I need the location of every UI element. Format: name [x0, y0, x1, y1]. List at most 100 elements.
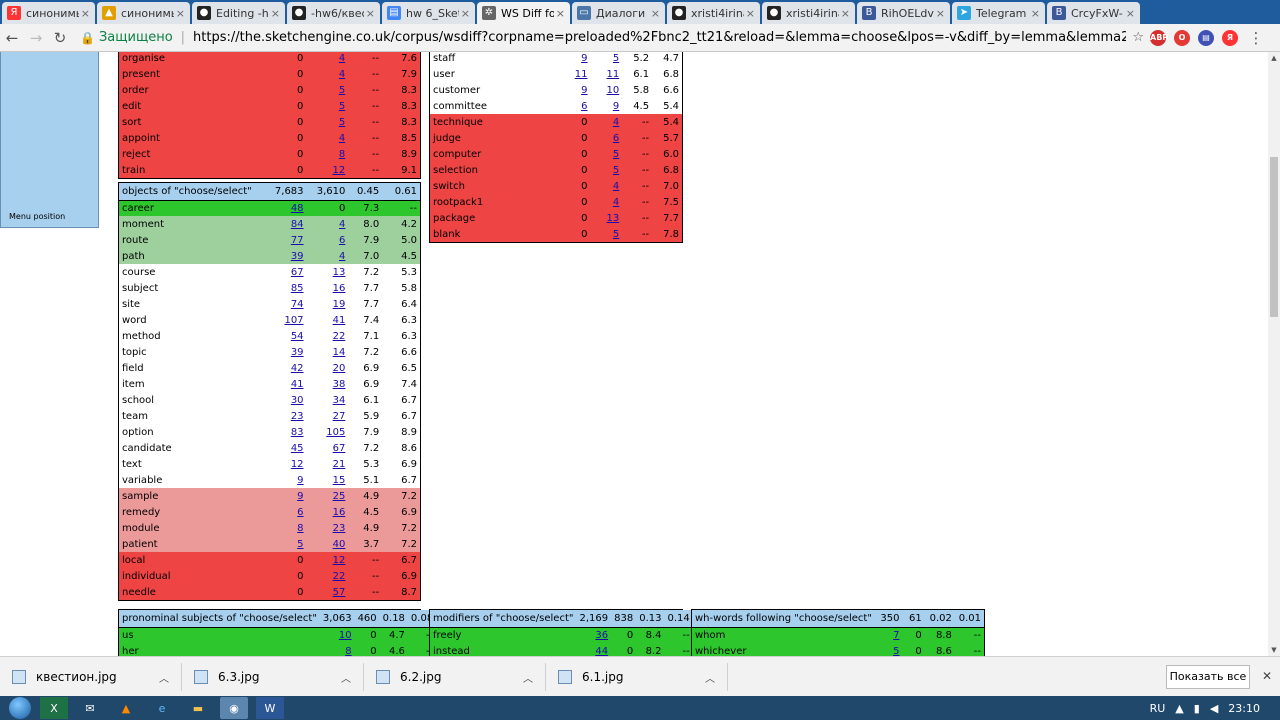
freq-a[interactable]: 67: [268, 264, 307, 280]
forward-arrow-icon[interactable]: →: [24, 29, 48, 47]
freq-a[interactable]: 23: [268, 408, 307, 424]
freq-a[interactable]: 54: [268, 328, 307, 344]
freq-b-link[interactable]: 4: [339, 251, 345, 262]
freq-a[interactable]: 44: [576, 643, 612, 656]
freq-b[interactable]: 10: [590, 82, 623, 98]
freq-a[interactable]: 42: [268, 360, 307, 376]
freq-b[interactable]: 12: [306, 552, 349, 568]
freq-a[interactable]: 74: [268, 296, 307, 312]
freq-b-link[interactable]: 15: [333, 475, 346, 486]
freq-b-link[interactable]: 67: [333, 443, 346, 454]
freq-a[interactable]: 39: [268, 344, 307, 360]
freq-b-link[interactable]: 12: [332, 165, 345, 176]
freq-b-link[interactable]: 5: [613, 53, 619, 64]
freq-a-link[interactable]: 39: [291, 347, 304, 358]
menu-position-box[interactable]: Menu position: [0, 52, 99, 228]
freq-a-link[interactable]: 7: [893, 630, 899, 641]
freq-a-link[interactable]: 84: [291, 219, 304, 230]
freq-b[interactable]: 20: [306, 360, 349, 376]
freq-b[interactable]: 4: [306, 216, 349, 232]
scrollbar-thumb[interactable]: [1270, 157, 1278, 317]
freq-b-link[interactable]: 4: [613, 181, 619, 192]
close-tab-icon[interactable]: ×: [936, 7, 945, 20]
freq-a-link[interactable]: 30: [291, 395, 304, 406]
freq-b-link[interactable]: 40: [333, 539, 346, 550]
freq-b-link[interactable]: 13: [607, 213, 620, 224]
freq-a-link[interactable]: 41: [291, 379, 304, 390]
freq-b-link[interactable]: 6: [613, 133, 619, 144]
freq-b[interactable]: 6: [306, 232, 349, 248]
freq-b[interactable]: 4: [590, 194, 623, 210]
browser-tab[interactable]: ▲ синонимы ×: [97, 2, 190, 24]
freq-b[interactable]: 22: [306, 328, 349, 344]
freq-b-link[interactable]: 10: [607, 85, 620, 96]
extension-icon[interactable]: Я: [1222, 29, 1238, 46]
freq-a[interactable]: 5: [874, 643, 903, 656]
freq-b[interactable]: 14: [306, 344, 349, 360]
chevron-up-icon[interactable]: ︿: [341, 670, 351, 685]
freq-b[interactable]: 4: [306, 130, 349, 146]
back-arrow-icon[interactable]: ←: [0, 29, 24, 47]
freq-b-link[interactable]: 13: [333, 267, 346, 278]
freq-a[interactable]: 41: [268, 376, 307, 392]
freq-a[interactable]: 7: [874, 627, 903, 643]
close-tab-icon[interactable]: ×: [746, 7, 755, 20]
freq-a-link[interactable]: 48: [291, 203, 304, 214]
freq-b[interactable]: 19: [306, 296, 349, 312]
freq-b[interactable]: 5: [590, 52, 623, 66]
volume-icon[interactable]: ◀: [1210, 702, 1218, 715]
freq-a[interactable]: 85: [268, 280, 307, 296]
freq-a-link[interactable]: 42: [291, 363, 304, 374]
freq-a[interactable]: 39: [268, 248, 307, 264]
freq-b-link[interactable]: 6: [339, 235, 345, 246]
freq-b[interactable]: 4: [306, 52, 349, 66]
freq-b-link[interactable]: 9: [613, 101, 619, 112]
freq-b-link[interactable]: 4: [339, 69, 345, 80]
freq-b[interactable]: 34: [306, 392, 349, 408]
freq-a-link[interactable]: 12: [291, 459, 304, 470]
start-button[interactable]: [0, 696, 40, 720]
browser-tab[interactable]: ▭ Диалоги ×: [572, 2, 665, 24]
freq-b[interactable]: 105: [306, 424, 349, 440]
browser-tab[interactable]: ● xristi4irina ×: [667, 2, 760, 24]
freq-a-link[interactable]: 11: [575, 69, 588, 80]
freq-b[interactable]: 4: [306, 248, 349, 264]
freq-b[interactable]: 16: [306, 504, 349, 520]
close-tab-icon[interactable]: ×: [461, 7, 470, 20]
browser-tab[interactable]: ● xristi4irina ×: [762, 2, 855, 24]
freq-a[interactable]: 11: [558, 66, 591, 82]
freq-b[interactable]: 22: [306, 568, 349, 584]
close-tab-icon[interactable]: ×: [366, 7, 375, 20]
freq-b[interactable]: 5: [590, 162, 623, 178]
freq-a[interactable]: 9: [268, 472, 307, 488]
bookmark-star-icon[interactable]: ☆: [1132, 30, 1144, 45]
freq-a-link[interactable]: 8: [345, 646, 351, 657]
vertical-scrollbar[interactable]: ▲ ▼: [1268, 52, 1280, 656]
freq-a-link[interactable]: 23: [291, 411, 304, 422]
tray-arrow-icon[interactable]: ▲: [1175, 702, 1183, 715]
freq-a-link[interactable]: 77: [291, 235, 304, 246]
freq-a-link[interactable]: 9: [581, 53, 587, 64]
freq-b[interactable]: 40: [306, 536, 349, 552]
freq-b-link[interactable]: 4: [613, 117, 619, 128]
freq-b-link[interactable]: 4: [339, 53, 345, 64]
freq-a-link[interactable]: 5: [297, 539, 303, 550]
freq-a[interactable]: 9: [558, 52, 591, 66]
freq-a[interactable]: 9: [268, 488, 307, 504]
close-icon[interactable]: ✕: [1262, 669, 1272, 683]
freq-a[interactable]: 5: [268, 536, 307, 552]
freq-b[interactable]: 38: [306, 376, 349, 392]
close-tab-icon[interactable]: ×: [81, 7, 90, 20]
freq-b-link[interactable]: 5: [613, 165, 619, 176]
freq-b[interactable]: 12: [306, 162, 349, 178]
extension-icon[interactable]: ▤: [1198, 29, 1214, 46]
download-item[interactable]: 6.1.jpg ︿: [554, 663, 728, 691]
freq-b[interactable]: 11: [590, 66, 623, 82]
clock[interactable]: 23:10: [1228, 702, 1260, 715]
freq-b-link[interactable]: 12: [333, 555, 346, 566]
close-tab-icon[interactable]: ×: [1031, 7, 1040, 20]
freq-a[interactable]: 45: [268, 440, 307, 456]
freq-b[interactable]: 9: [590, 98, 623, 114]
chevron-up-icon[interactable]: ︿: [705, 670, 715, 685]
freq-b-link[interactable]: 57: [333, 587, 346, 598]
